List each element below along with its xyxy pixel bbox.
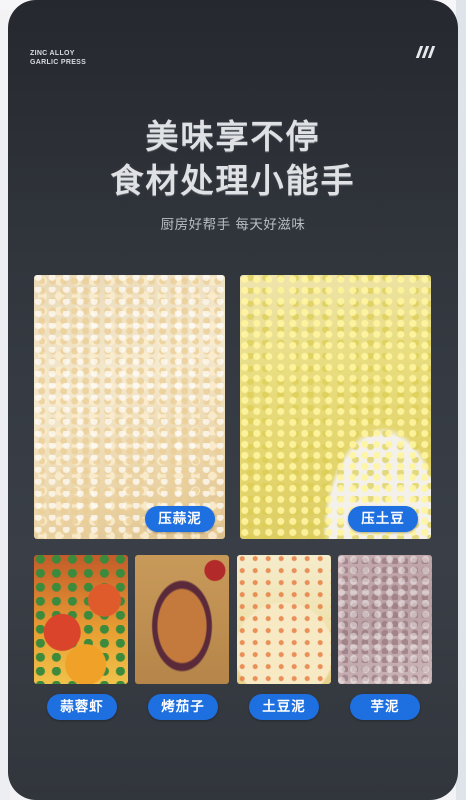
mashed-potato-dish-label: 土豆泥 [249, 694, 319, 720]
garlic-shrimp-photo [34, 555, 128, 684]
brand-line-2: GARLIC PRESS [30, 59, 87, 66]
mashed-potato-dish-photo [237, 555, 331, 684]
roasted-eggplant-photo [135, 555, 229, 684]
brand-line-1: ZINC ALLOY [30, 50, 75, 57]
mashed-potato-photo [240, 275, 431, 539]
roasted-eggplant-label: 烤茄子 [148, 694, 218, 720]
subtitle: 厨房好帮手 每天好滋味 [160, 217, 306, 233]
taro-paste-photo [338, 555, 432, 684]
minced-garlic-photo [34, 275, 225, 539]
headline-line-2: 食材处理小能手 [110, 161, 356, 200]
brand-label: ZINC ALLOY GARLIC PRESS [30, 49, 86, 67]
garlic-paste-label: 压蒜泥 [145, 506, 215, 532]
taro-paste-label: 芋泥 [350, 694, 420, 720]
garlic-shrimp-label: 蒜蓉虾 [47, 694, 117, 720]
headline-line-1: 美味享不停 [145, 117, 321, 156]
menu-icon[interactable] [415, 46, 436, 58]
potato-press-label: 压土豆 [348, 506, 418, 532]
product-card: ZINC ALLOY GARLIC PRESS 美味享不停 食材处理小能手 厨房… [8, 0, 458, 800]
